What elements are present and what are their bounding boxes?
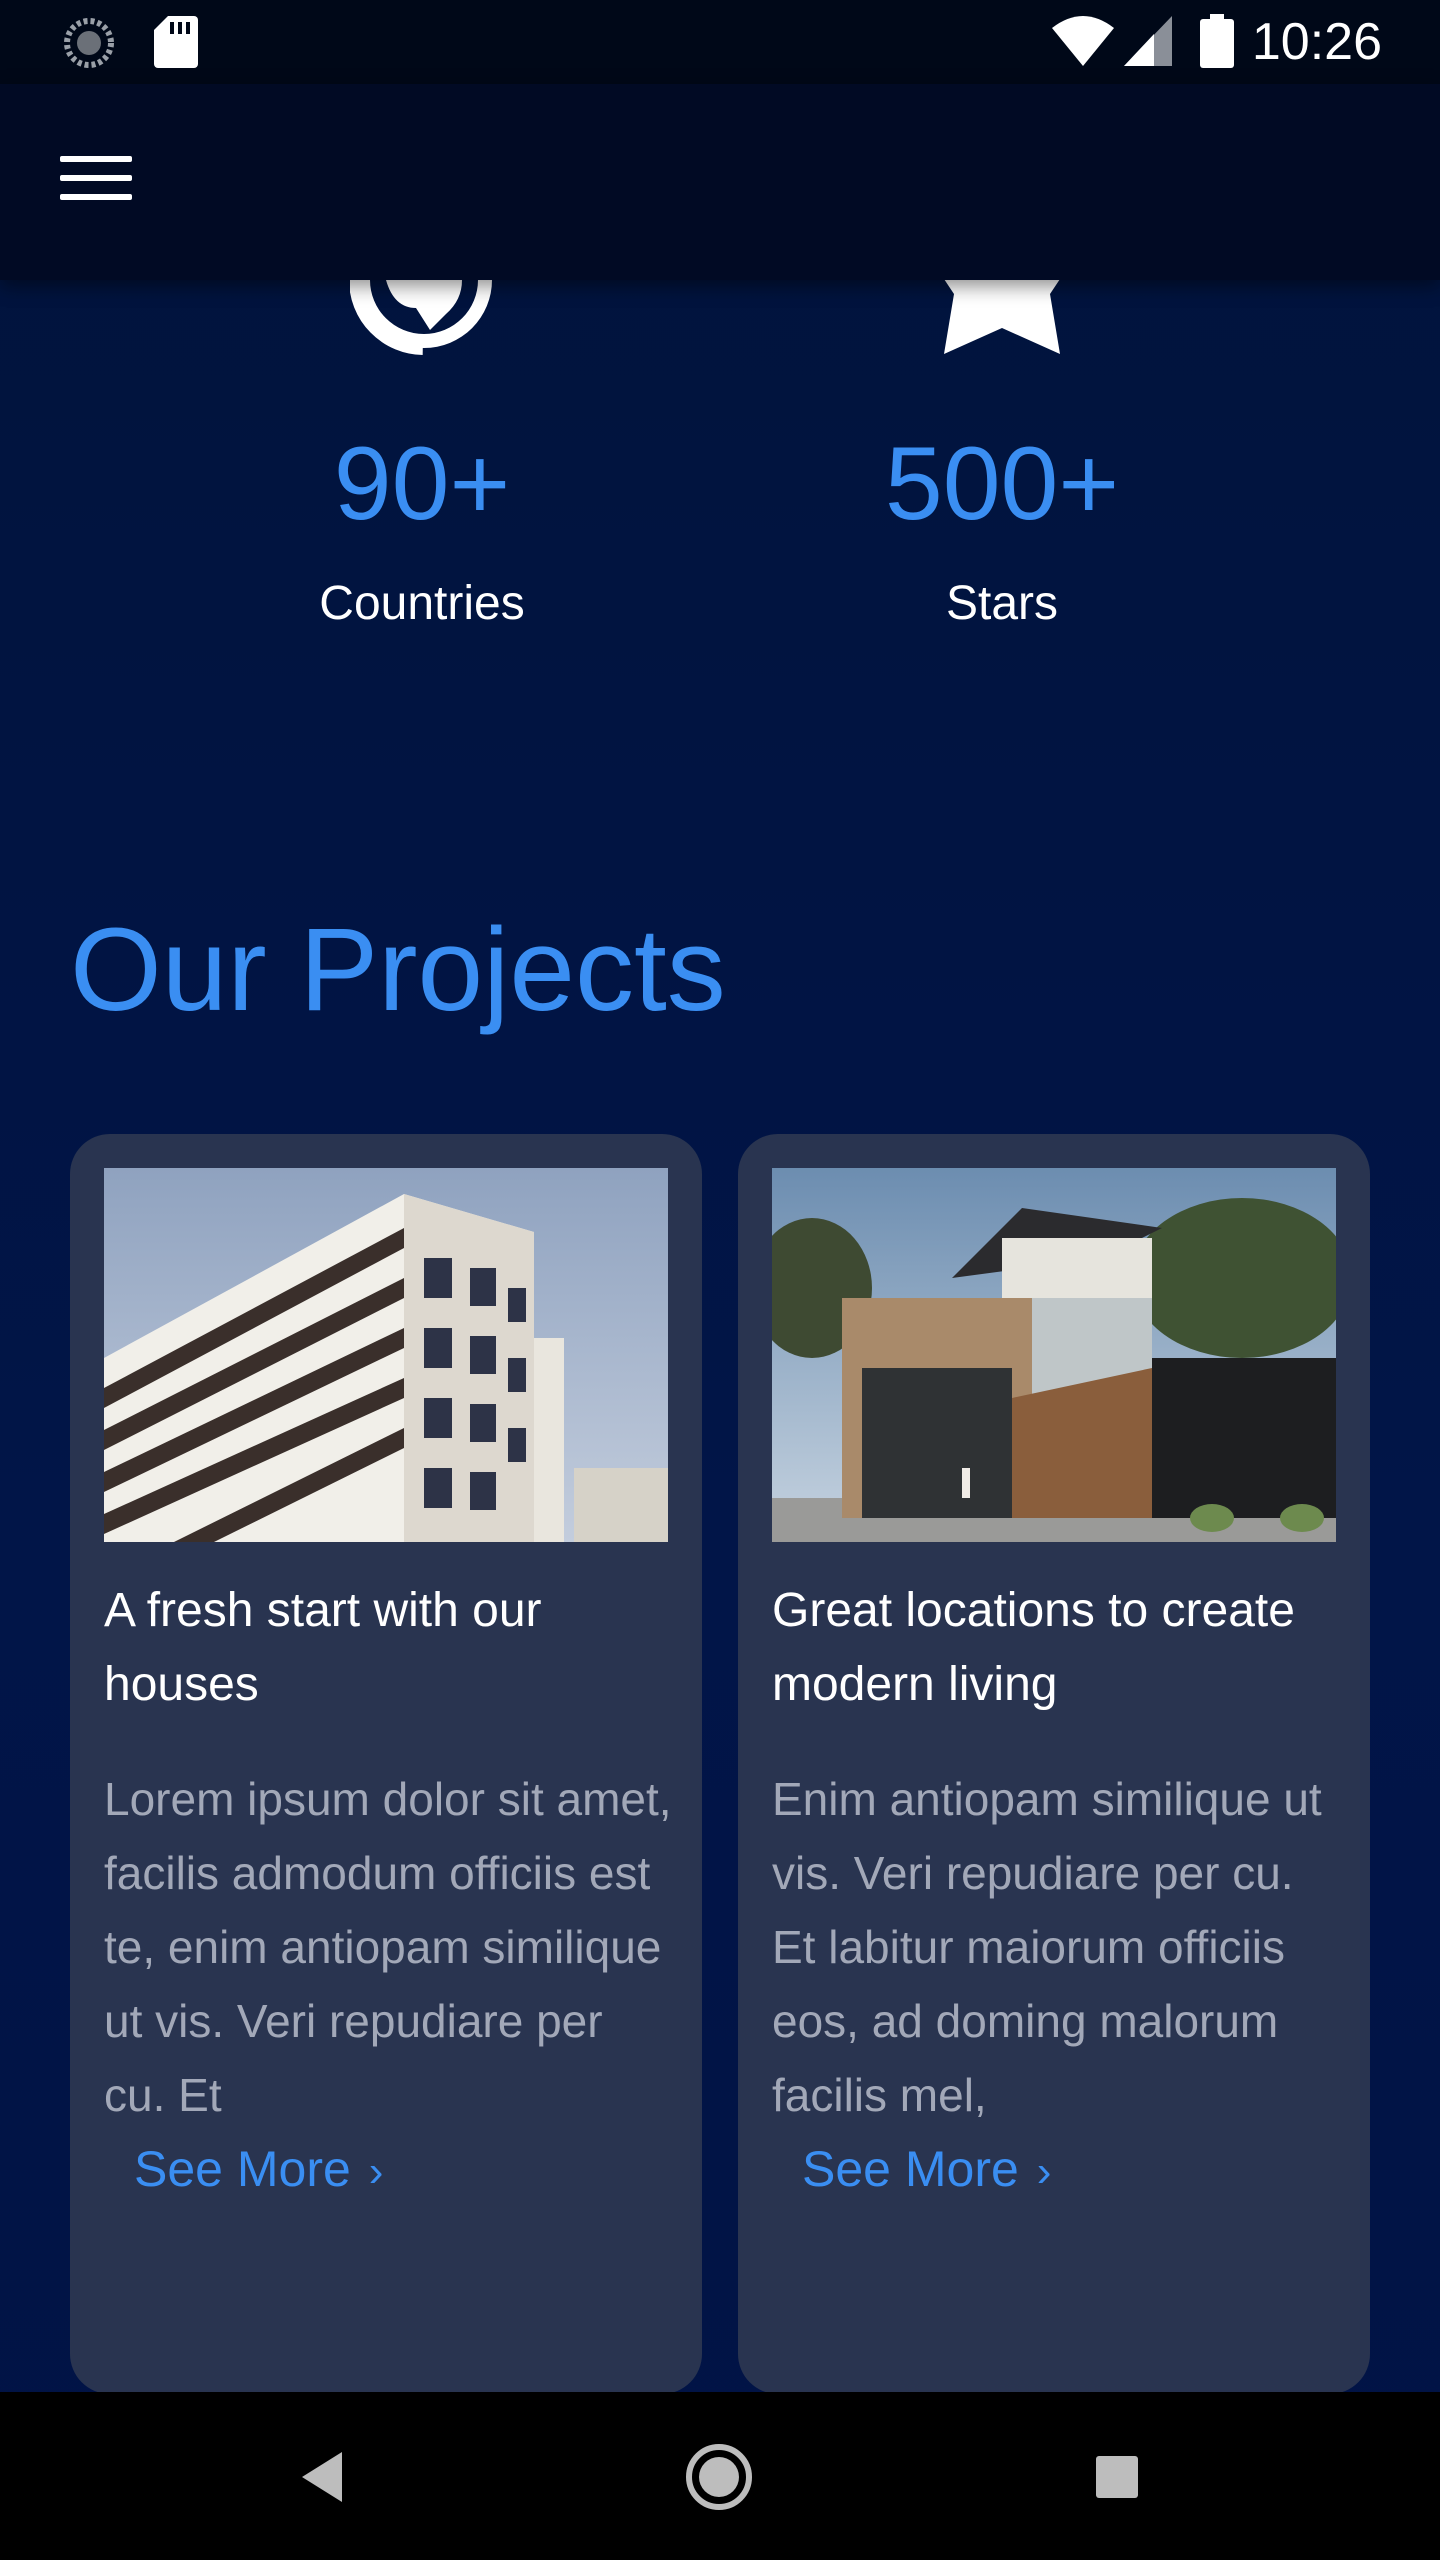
status-time: 10:26 — [1251, 13, 1382, 71]
home-icon[interactable] — [674, 2432, 764, 2522]
hamburger-menu-icon[interactable] — [60, 156, 132, 212]
back-icon[interactable] — [276, 2432, 366, 2522]
apartment-building-image — [104, 1168, 668, 1542]
star-icon — [942, 276, 1062, 354]
wifi-icon — [1052, 16, 1114, 66]
card-body: Enim antiopam similique ut vis. Veri rep… — [772, 1773, 1322, 2121]
stat-label: Stars — [945, 577, 1059, 630]
battery-icon — [1200, 14, 1234, 68]
status-bar: 10:26 — [0, 0, 1440, 84]
cellular-signal-icon — [1124, 16, 1172, 66]
loading-icon — [64, 18, 114, 68]
section-title: Our Projects — [70, 904, 726, 1036]
modern-house-image — [772, 1168, 1336, 1542]
card-title: A fresh start with our houses — [104, 1584, 542, 1711]
stat-countries: 90+ Countries — [172, 424, 672, 634]
stat-value: 90+ — [333, 426, 511, 542]
see-more-label: See More — [134, 2141, 351, 2197]
recents-icon[interactable] — [1072, 2432, 1162, 2522]
see-more-label: See More — [802, 2141, 1019, 2197]
card-body: Lorem ipsum dolor sit amet, facilis admo… — [104, 1773, 672, 2121]
chevron-right-icon: › — [1036, 2147, 1052, 2196]
stat-stars: 500+ Stars — [752, 424, 1252, 634]
chevron-right-icon: › — [368, 2147, 384, 2196]
stat-value: 500+ — [884, 426, 1120, 542]
sd-card-icon — [154, 16, 198, 68]
see-more-link[interactable]: See More › — [134, 2134, 383, 2207]
card-title: Great locations to create modern living — [772, 1584, 1295, 1711]
stat-label: Countries — [319, 577, 525, 630]
app-bar — [0, 84, 1440, 280]
navigation-bar — [0, 2392, 1440, 2560]
see-more-link[interactable]: See More › — [802, 2134, 1051, 2207]
project-card: Great locations to create modern living … — [738, 1134, 1370, 2394]
project-card: A fresh start with our houses Lorem ipsu… — [70, 1134, 702, 2394]
